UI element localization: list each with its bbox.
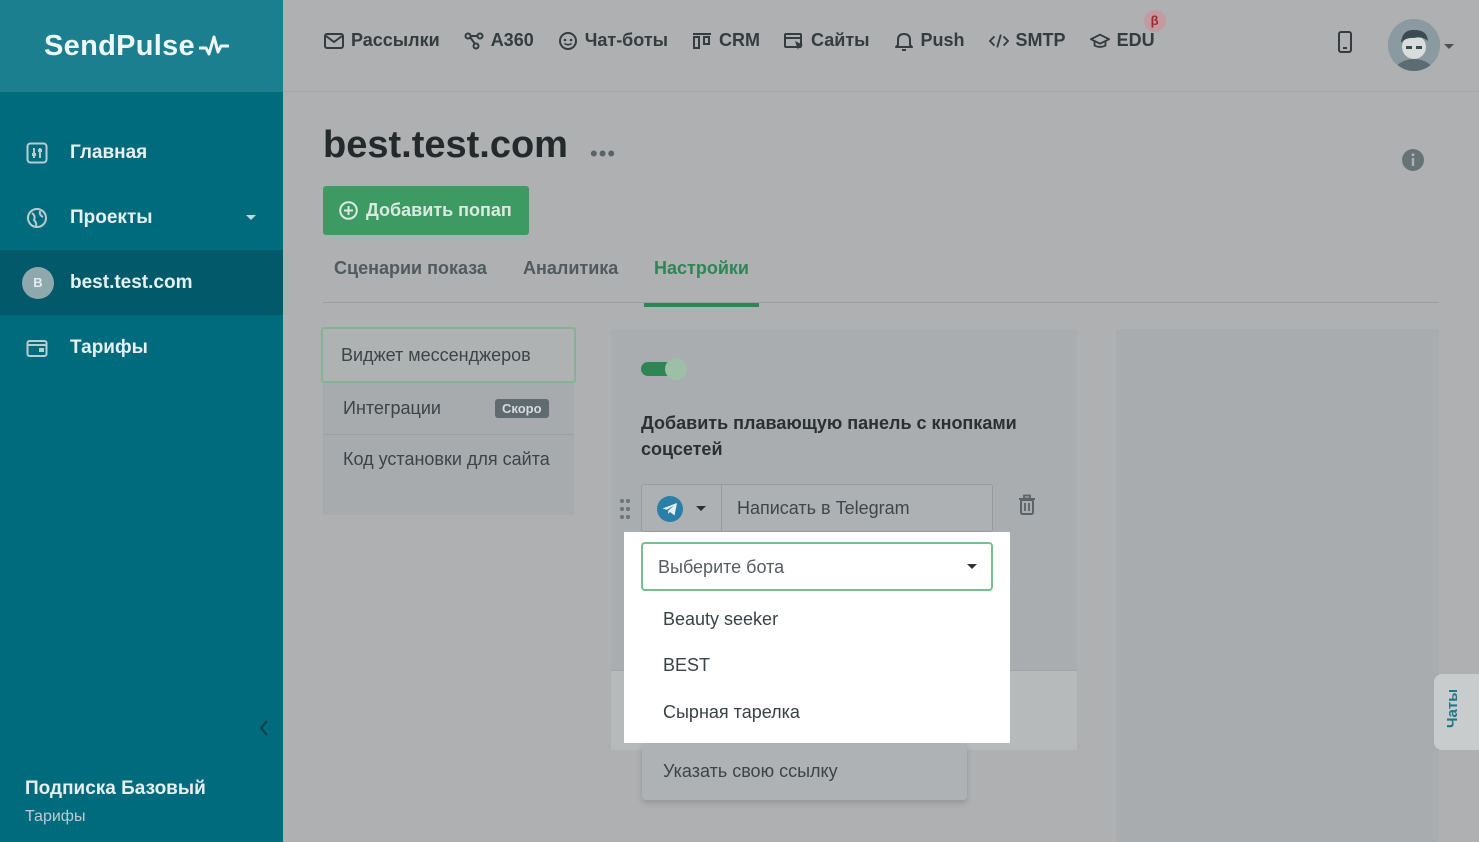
chevron-down-icon	[246, 215, 256, 220]
more-options-icon[interactable]: •••	[590, 141, 616, 167]
sidebar-item-label: best.test.com	[70, 271, 193, 293]
messenger-button-text[interactable]: Написать в Telegram	[737, 498, 910, 519]
settings-item-label: Интеграции	[343, 398, 441, 418]
widget-toggle[interactable]	[641, 358, 687, 380]
chevron-down-icon	[696, 506, 706, 511]
chevron-left-icon[interactable]	[258, 718, 270, 738]
bot-option[interactable]: Сырная тарелка	[663, 702, 800, 723]
page-title: best.test.com	[323, 124, 568, 166]
topnav-item-campaigns[interactable]: Рассылки	[324, 30, 440, 51]
drag-handle-icon[interactable]	[619, 498, 631, 520]
user-avatar[interactable]	[1388, 19, 1440, 71]
tab-settings[interactable]: Настройки	[644, 258, 759, 307]
topnav-item-push[interactable]: Push	[894, 30, 965, 51]
topnav-label: CRM	[719, 30, 761, 50]
messenger-button-row: Написать в Telegram	[641, 484, 993, 532]
add-popup-label: Добавить попап	[366, 200, 512, 220]
topnav-label: EDU	[1116, 30, 1155, 50]
add-popup-button[interactable]: Добавить попап	[323, 186, 529, 235]
settings-menu: Виджет мессенджеров Интеграции Скоро Код…	[321, 327, 576, 515]
settings-item-integrations[interactable]: Интеграции Скоро	[323, 383, 574, 435]
site-icon	[784, 31, 804, 51]
bot-select[interactable]: Выберите бота	[641, 542, 993, 591]
bot-option[interactable]: Beauty seeker	[663, 609, 778, 630]
sidebar-item-home[interactable]: Главная	[0, 120, 283, 185]
topnav-label: Push	[920, 30, 965, 50]
chevron-down-icon[interactable]	[1444, 44, 1454, 49]
topnav-item-sites[interactable]: Сайты	[784, 30, 870, 51]
custom-link-option[interactable]: Указать свою ссылку	[642, 743, 967, 800]
widget-title: Добавить плавающую панель с кнопками соц…	[641, 413, 1017, 459]
automation-icon	[464, 31, 484, 51]
tab-scenarios[interactable]: Сценарии показа	[334, 258, 487, 302]
sidebar: SendPulse Главная Проекты B best.test.co…	[0, 0, 283, 842]
bot-select-placeholder: Выберите бота	[658, 557, 785, 577]
topnav-label: SMTP	[1015, 30, 1066, 50]
info-icon[interactable]	[1401, 148, 1425, 172]
tabs: Сценарии показа Аналитика Настройки	[323, 253, 1439, 307]
bot-option[interactable]: BEST	[663, 655, 710, 676]
sidebar-item-projects[interactable]: Проекты	[0, 185, 283, 250]
tab-analytics[interactable]: Аналитика	[523, 258, 618, 302]
sidebar-nav: Главная Проекты B best.test.com Тарифы	[0, 120, 283, 380]
user-avatar-icon	[1388, 19, 1440, 71]
topnav-item-edu[interactable]: EDU β	[1089, 10, 1166, 51]
pulse-icon	[198, 35, 229, 56]
kanban-icon	[692, 31, 712, 51]
wallet-icon	[25, 336, 49, 360]
sidebar-item-label: Главная	[70, 141, 148, 163]
graduation-icon	[1089, 31, 1110, 51]
topnav-label: Рассылки	[351, 30, 440, 50]
topnav-item-a360[interactable]: A360	[464, 30, 534, 51]
subscription-title: Подписка Базовый	[25, 778, 206, 799]
topnav-label: A360	[490, 30, 534, 50]
chatbot-icon	[558, 31, 578, 51]
toggle-knob	[665, 358, 687, 380]
sidebar-item-label: Тарифы	[70, 336, 148, 358]
bot-dropdown: Beauty seeker BEST Сырная тарелка	[642, 596, 967, 743]
globe-icon	[25, 206, 49, 230]
custom-link-label: Указать свою ссылку	[663, 761, 838, 781]
soon-badge: Скоро	[495, 399, 549, 418]
bell-icon	[894, 31, 914, 51]
settings-item-install-code[interactable]: Код установки для сайта	[323, 446, 574, 472]
dashboard-icon	[25, 141, 49, 165]
chats-tab-label: Чаты	[1444, 688, 1461, 728]
code-icon	[988, 31, 1009, 51]
logo-text: SendPulse	[44, 29, 195, 62]
mail-icon	[324, 31, 344, 51]
sidebar-item-project-best[interactable]: B best.test.com	[0, 250, 283, 315]
plus-circle-icon	[339, 201, 358, 220]
sidebar-item-label: Проекты	[70, 206, 153, 228]
messenger-select[interactable]	[642, 485, 722, 531]
project-avatar: B	[22, 266, 54, 299]
top-bar: Рассылки A360 Чат-боты CRM Сайты Push SM…	[283, 0, 1479, 92]
telegram-icon	[657, 496, 683, 522]
topnav-item-chatbots[interactable]: Чат-боты	[558, 30, 668, 51]
topnav-label: Сайты	[811, 30, 870, 50]
subscription-block: Подписка Базовый Тарифы	[25, 778, 206, 826]
chats-tab[interactable]: Чаты	[1434, 674, 1479, 750]
mobile-icon[interactable]	[1337, 31, 1353, 53]
trash-icon[interactable]	[1017, 494, 1037, 516]
topnav-item-crm[interactable]: CRM	[692, 30, 760, 51]
preview-panel	[1116, 329, 1439, 842]
chevron-down-icon	[967, 564, 977, 569]
logo[interactable]: SendPulse	[0, 0, 283, 92]
topnav-item-smtp[interactable]: SMTP	[988, 30, 1066, 51]
beta-badge: β	[1143, 10, 1166, 32]
sidebar-item-tariffs[interactable]: Тарифы	[0, 315, 283, 380]
subscription-link[interactable]: Тарифы	[25, 808, 206, 826]
top-nav: Рассылки A360 Чат-боты CRM Сайты Push SM…	[324, 10, 1179, 51]
topnav-label: Чат-боты	[584, 30, 669, 50]
settings-item-messenger-widget[interactable]: Виджет мессенджеров	[321, 327, 576, 383]
